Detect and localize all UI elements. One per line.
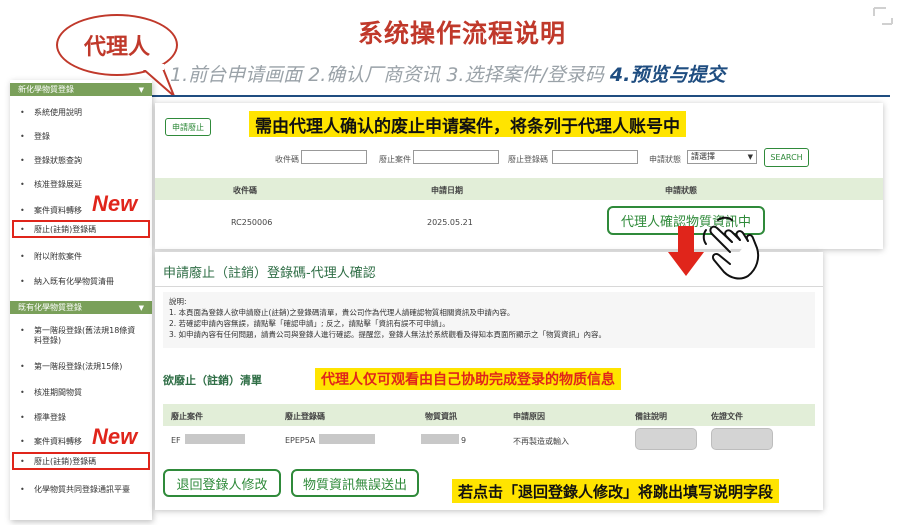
- pointing-hand-icon: [702, 216, 760, 280]
- reg-code-label: 廢止登錄碼: [508, 155, 548, 164]
- sidebar-item-register[interactable]: 登錄: [10, 132, 152, 142]
- remarks-input[interactable]: [635, 428, 697, 450]
- slide-title: 系统操作流程说明: [357, 19, 566, 48]
- chevron-down-icon: ▼: [138, 85, 144, 94]
- sidebar-item-revoke[interactable]: 廢止(註銷)登錄碼: [10, 225, 152, 235]
- arrow-down-icon: [668, 226, 704, 276]
- col-remarks: 備註說明: [635, 412, 667, 421]
- status-label: 申請狀態: [649, 155, 681, 164]
- cell-substance: 9: [461, 436, 467, 445]
- return-to-registrant-button[interactable]: 退回登錄人修改: [163, 469, 281, 497]
- cell-reason: 不再製造或輸入: [513, 437, 569, 446]
- col-reg-code: 廢止登錄碼: [285, 412, 325, 421]
- instructions-box: 說明: 1. 本頁面為登錄人欲申請廢止(註銷)之登錄碼清單，貴公司作為代理人請確…: [163, 292, 815, 348]
- col-evidence: 佐證文件: [711, 412, 743, 421]
- sidebar-item-inventory[interactable]: 納入既有化學物質清冊: [10, 277, 152, 287]
- col-date: 申請日期: [431, 186, 463, 195]
- steps-previous: 1.前台申请画面 2.确认厂商资讯 3.选择案件/登录码: [170, 64, 610, 86]
- sidebar-item-approved[interactable]: 核准期間物質: [10, 388, 152, 398]
- sidebar-item-phase1-old[interactable]: 第一階段登錄(舊法規18條資料登錄): [10, 326, 142, 346]
- status-select[interactable]: 請選擇 ▼: [687, 150, 757, 164]
- instruction-line: 2. 若確認申請內容無誤，請點擊「確認申請」; 反之，請點擊「資訊有誤不可申請」…: [169, 319, 450, 328]
- case-label: 廢止案件: [379, 155, 411, 164]
- search-button[interactable]: SEARCH: [764, 148, 809, 167]
- sidebar-item-revoke-2[interactable]: 廢止(註銷)登錄碼: [10, 457, 152, 467]
- sidebar-item-conditional[interactable]: 附以附款案件: [10, 252, 152, 262]
- sidebar-item-usage[interactable]: 系統使用說明: [10, 108, 152, 118]
- sidebar-section-title: 新化學物質登錄: [18, 85, 74, 94]
- sidebar-item-joint[interactable]: 化學物質共同登錄通訊平臺: [10, 485, 142, 495]
- case-input[interactable]: [413, 150, 499, 164]
- instruction-line: 說明:: [169, 297, 187, 306]
- sidebar-item-phase1[interactable]: 第一階段登錄(法規15條): [10, 362, 152, 372]
- redacted-block: [421, 434, 459, 444]
- callout-return-note: 若点击「退回登錄人修改」将跳出填写说明字段: [452, 479, 780, 503]
- new-badge: New: [92, 424, 138, 449]
- redacted-block: [185, 434, 245, 444]
- cell-reg-code: EPEP5A: [285, 436, 316, 445]
- confirm-page-title: 申請廢止（註銷）登錄碼-代理人確認: [163, 266, 376, 281]
- sidebar-item-standard[interactable]: 標準登錄: [10, 413, 152, 423]
- role-bubble: 代理人: [56, 14, 178, 76]
- process-steps: 1.前台申请画面 2.确认厂商资讯 3.选择案件/登录码 4.预览与提交: [170, 60, 725, 87]
- sidebar-item-extension[interactable]: 核准登錄展延: [10, 180, 152, 190]
- apply-revoke-button[interactable]: 申請廢止: [165, 118, 211, 136]
- status-select-value: 請選擇: [691, 152, 715, 161]
- col-case: 廢止案件: [171, 412, 203, 421]
- cell-date: 2025.05.21: [427, 218, 473, 227]
- revoke-list-title: 欲廢止（註銷）清單: [163, 374, 262, 387]
- submit-substance-info-button[interactable]: 物質資訊無誤送出: [291, 469, 419, 497]
- case-list-panel: 申請廢止 需由代理人确认的废止申请案件，将条列于代理人账号中 收件碼 廢止案件 …: [155, 103, 883, 249]
- redacted-block: [319, 434, 375, 444]
- reg-code-input[interactable]: [552, 150, 638, 164]
- title-divider: [155, 286, 823, 287]
- sidebar-section-new[interactable]: 新化學物質登錄 ▼: [10, 83, 152, 96]
- callout-agent-visibility: 代理人仅可观看由自己协助完成登录的物质信息: [315, 368, 621, 390]
- decoration-icon: [873, 7, 893, 25]
- agent-confirm-panel: 申請廢止（註銷）登錄碼-代理人確認 說明: 1. 本頁面為登錄人欲申請廢止(註銷…: [155, 252, 823, 510]
- evidence-upload[interactable]: [711, 428, 773, 450]
- sidebar: 新化學物質登錄 ▼ 系統使用說明 登錄 登錄狀態查詢 核准登錄展延 案件資料轉移…: [10, 80, 152, 520]
- chevron-down-icon: ▼: [138, 303, 144, 312]
- cell-receipt: RC250006: [231, 218, 273, 227]
- table-header-row: [155, 178, 883, 200]
- col-status: 申請狀態: [665, 186, 697, 195]
- title-divider: [150, 95, 890, 97]
- steps-current: 4.预览与提交: [609, 64, 726, 86]
- receipt-input[interactable]: [301, 150, 367, 164]
- sidebar-item-status[interactable]: 登錄狀態查詢: [10, 156, 152, 166]
- chevron-down-icon: ▼: [747, 153, 753, 161]
- instruction-line: 3. 如申請內容有任何問題，請貴公司與登錄人進行確認。提醒您，登錄人無法於系統觀…: [169, 330, 607, 339]
- new-badge: New: [92, 191, 138, 216]
- sidebar-section-existing[interactable]: 既有化學物質登錄 ▼: [10, 301, 152, 314]
- sidebar-section-title: 既有化學物質登錄: [18, 303, 82, 312]
- cell-case: EF: [171, 436, 181, 445]
- col-substance: 物質資訊: [425, 412, 457, 421]
- col-reason: 申請原因: [513, 412, 545, 421]
- receipt-label: 收件碼: [275, 155, 299, 164]
- callout-agent-list: 需由代理人确认的废止申请案件，将条列于代理人账号中: [249, 111, 686, 137]
- col-receipt: 收件碼: [233, 186, 257, 195]
- instruction-line: 1. 本頁面為登錄人欲申請廢止(註銷)之登錄碼清單，貴公司作為代理人請確認物質相…: [169, 308, 515, 317]
